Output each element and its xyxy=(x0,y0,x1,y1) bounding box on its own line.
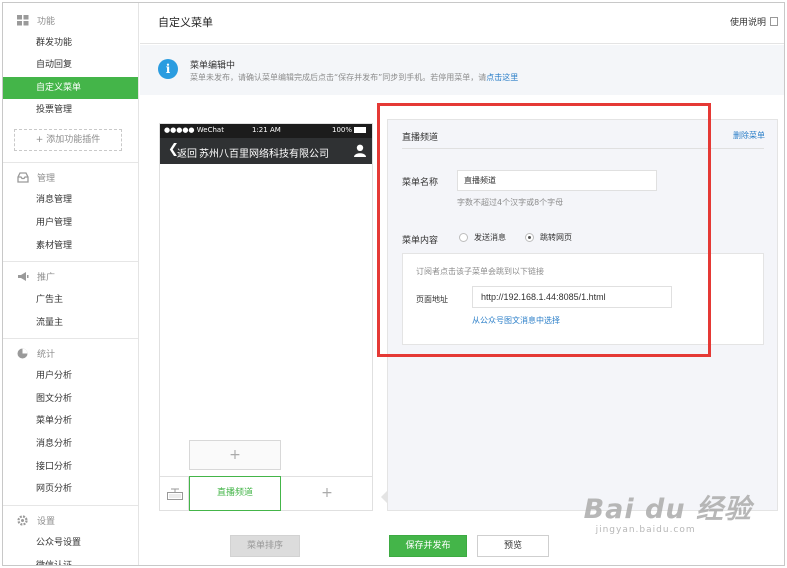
sidebar-item-article-analytics[interactable]: 图文分析 xyxy=(3,388,138,410)
save-and-publish-button[interactable]: 保存并发布 xyxy=(389,535,467,557)
watermark-brand: Bai du 经验 xyxy=(583,494,752,525)
battery-label: 100% xyxy=(331,126,352,134)
menu-name-label: 菜单名称 xyxy=(402,178,439,188)
delete-menu-link[interactable]: 删除菜单 xyxy=(733,130,765,141)
phone-nav-bar: ❮ 返回 苏州八百里网络科技有限公司 xyxy=(160,138,372,164)
sidebar-section-settings: 设置 xyxy=(17,512,55,528)
divider xyxy=(3,261,138,262)
jump-settings-box: 订阅者点击该子菜单会跳到以下链接 页面地址 从公众号图文消息中选择 xyxy=(402,253,764,345)
choose-from-articles-link[interactable]: 从公众号图文消息中选择 xyxy=(472,315,560,326)
sidebar-item-advertiser[interactable]: 广告主 xyxy=(3,289,138,311)
sidebar-section-title: 设置 xyxy=(37,516,56,527)
menu-item-live-channel[interactable]: 直播频道 xyxy=(189,476,281,511)
radio-label: 跳转网页 xyxy=(540,233,572,242)
sidebar-section-promote: 推广 xyxy=(17,268,55,284)
preview-button[interactable]: 预览 xyxy=(477,535,549,557)
divider xyxy=(3,338,138,339)
sidebar-item-custom-menu[interactable]: 自定义菜单 xyxy=(3,77,138,99)
divider xyxy=(3,505,138,506)
megaphone-icon xyxy=(17,271,29,282)
sidebar-item-vote[interactable]: 投票管理 xyxy=(3,99,138,121)
watermark-url: jingyan.baidu.com xyxy=(595,525,696,535)
radio-label: 发送消息 xyxy=(474,233,506,242)
phone-status-bar: ●●●●● WeChat 1:21 AM 100% xyxy=(160,124,372,138)
page-url-label: 页面地址 xyxy=(416,295,448,304)
divider xyxy=(140,43,784,44)
sidebar-item-api-analytics[interactable]: 接口分析 xyxy=(3,456,138,478)
disable-menu-link[interactable]: 点击这里 xyxy=(486,73,518,82)
sidebar-item-auto-reply[interactable]: 自动回复 xyxy=(3,54,138,76)
sidebar-section-stats: 统计 xyxy=(17,345,55,361)
back-label: 返回 xyxy=(177,149,197,160)
page-url-input[interactable] xyxy=(472,286,672,308)
notice-title: 菜单编辑中 xyxy=(190,61,236,71)
sidebar-section-title: 管理 xyxy=(37,173,56,184)
phone-menu-bar: 直播频道 + xyxy=(160,476,372,511)
sidebar-item-menu-analytics[interactable]: 菜单分析 xyxy=(3,410,138,432)
add-submenu-button[interactable]: + xyxy=(189,440,281,470)
radio-circle xyxy=(459,233,468,242)
sidebar-item-user-analytics[interactable]: 用户分析 xyxy=(3,365,138,387)
add-menu-button[interactable]: + xyxy=(282,477,372,511)
battery-indicator: 100% xyxy=(332,126,366,134)
sidebar-item-messages[interactable]: 消息管理 xyxy=(3,189,138,211)
edit-notice-banner: i 菜单编辑中 菜单未发布，请确认菜单编辑完成后点击“保存并发布”同步到手机。若… xyxy=(140,45,784,95)
divider xyxy=(402,148,764,149)
sidebar-item-users[interactable]: 用户管理 xyxy=(3,212,138,234)
document-icon xyxy=(770,17,778,26)
gear-icon xyxy=(17,514,29,526)
sidebar-section-title: 统计 xyxy=(37,349,56,360)
account-name: 苏州八百里网络科技有限公司 xyxy=(199,149,329,160)
notice-description: 菜单未发布，请确认菜单编辑完成后点击“保存并发布”同步到手机。若停用菜单，请点击… xyxy=(190,72,518,83)
menu-name-input[interactable] xyxy=(457,170,657,191)
radio-circle-selected xyxy=(525,233,534,242)
sidebar-item-wechat-verify[interactable]: 微信认证 xyxy=(3,555,138,565)
main-content: 自定义菜单 使用说明 i 菜单编辑中 菜单未发布，请确认菜单编辑完成后点击“保存… xyxy=(140,3,784,565)
sidebar-item-publisher[interactable]: 流量主 xyxy=(3,312,138,334)
radio-jump-webpage[interactable]: 跳转网页 xyxy=(525,232,572,243)
sidebar-section-manage: 管理 xyxy=(17,169,55,185)
sidebar-item-message-analytics[interactable]: 消息分析 xyxy=(3,433,138,455)
keyboard-icon[interactable] xyxy=(167,488,183,500)
status-time: 1:21 AM xyxy=(252,126,281,134)
menu-editor-panel: 直播频道 删除菜单 菜单名称 字数不超过4个汉字或8个字母 菜单内容 发送消息 … xyxy=(387,119,778,511)
sidebar-section-features: 功能 xyxy=(17,12,55,28)
carrier-label: ●●●●● WeChat xyxy=(164,126,224,134)
sidebar-item-mass-send[interactable]: 群发功能 xyxy=(3,32,138,54)
help-link[interactable]: 使用说明 xyxy=(730,15,778,28)
sidebar-item-account-settings[interactable]: 公众号设置 xyxy=(3,532,138,554)
inbox-icon xyxy=(17,171,29,183)
sidebar-item-materials[interactable]: 素材管理 xyxy=(3,235,138,257)
sidebar-section-title: 功能 xyxy=(37,16,56,27)
help-label: 使用说明 xyxy=(729,18,766,28)
sidebar: 功能 群发功能 自动回复 自定义菜单 投票管理 + 添加功能插件 管理 消息管理… xyxy=(3,3,139,565)
sidebar-section-title: 推广 xyxy=(37,272,56,283)
pie-chart-icon xyxy=(17,348,29,359)
notice-text: 菜单未发布，请确认菜单编辑完成后点击“保存并发布”同步到手机。若停用菜单，请 xyxy=(190,73,487,82)
grid-icon xyxy=(17,14,29,26)
divider xyxy=(3,162,138,163)
sidebar-item-web-analytics[interactable]: 网页分析 xyxy=(3,478,138,500)
editor-heading: 直播频道 xyxy=(402,133,439,143)
jump-tip: 订阅者点击该子菜单会跳到以下链接 xyxy=(416,267,544,276)
user-icon xyxy=(354,144,366,157)
info-icon: i xyxy=(158,59,178,79)
baidu-watermark: Bai du 经验 jingyan.baidu.com xyxy=(583,487,752,535)
add-plugin-button[interactable]: + 添加功能插件 xyxy=(14,129,122,151)
radio-send-message[interactable]: 发送消息 xyxy=(459,232,506,243)
page-title: 自定义菜单 xyxy=(158,16,213,29)
menu-content-label: 菜单内容 xyxy=(402,236,439,246)
phone-preview: ●●●●● WeChat 1:21 AM 100% ❮ 返回 苏州八百里网络科技… xyxy=(159,123,373,511)
menu-sort-button[interactable]: 菜单排序 xyxy=(230,535,300,557)
app-window: 功能 群发功能 自动回复 自定义菜单 投票管理 + 添加功能插件 管理 消息管理… xyxy=(2,2,785,566)
menu-name-hint: 字数不超过4个汉字或8个字母 xyxy=(457,198,564,207)
battery-icon xyxy=(354,127,366,133)
